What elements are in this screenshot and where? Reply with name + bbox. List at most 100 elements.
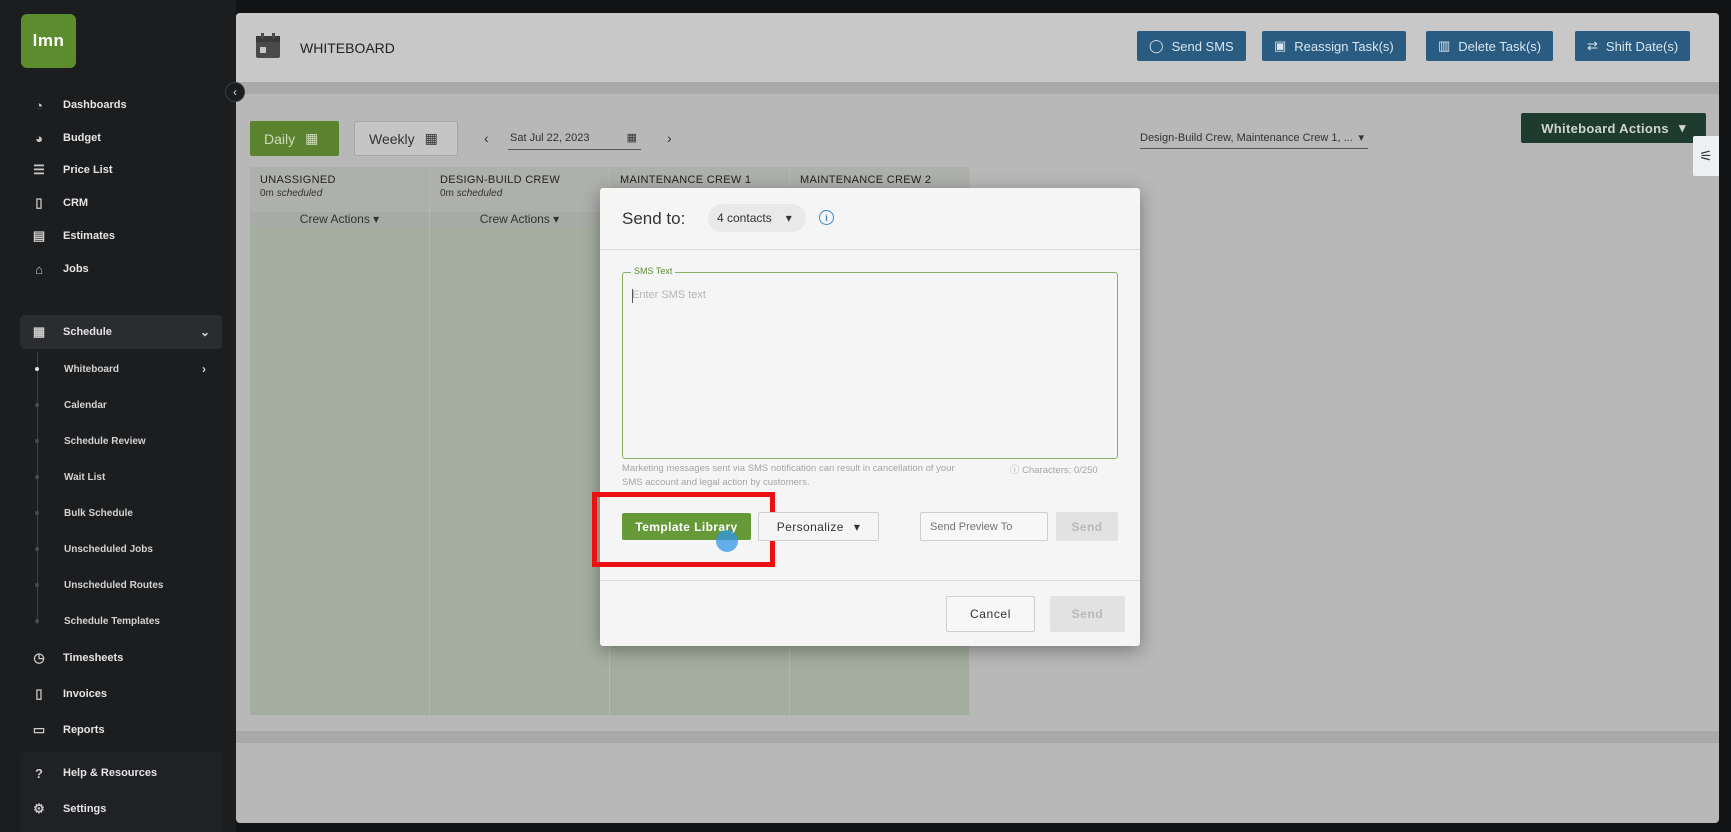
chevron-down-icon: ⌄ xyxy=(199,325,210,339)
bullet-dot xyxy=(35,547,39,551)
send-preview-button[interactable]: Send xyxy=(1056,512,1118,541)
report-icon: ▭ xyxy=(32,722,46,737)
calendar-icon xyxy=(256,33,280,58)
send-button[interactable]: Send xyxy=(1050,596,1125,632)
next-date-button[interactable]: › xyxy=(667,130,672,146)
garage-icon: ⌂ xyxy=(35,261,43,277)
lmn-logo[interactable]: lmn xyxy=(21,14,76,68)
sidebar-subitem-schedule-templates[interactable]: Schedule Templates xyxy=(35,610,160,632)
daily-view-button[interactable]: Daily ▦ xyxy=(250,121,339,156)
send-to-label: Send to: xyxy=(622,209,686,228)
sidebar-item-schedule[interactable]: ▦ Schedule ⌄ xyxy=(20,315,222,349)
info-icon[interactable]: i xyxy=(819,210,834,225)
caret-down-icon: ▾ xyxy=(1678,120,1686,135)
header-divider xyxy=(236,82,1719,94)
sidebar-item-crm[interactable]: ▯ CRM xyxy=(20,186,222,220)
crew-name: DESIGN-BUILD CREW xyxy=(440,174,560,186)
sidebar-subitem-label: Schedule Review xyxy=(64,435,146,447)
sidebar-item-settings[interactable]: ⚙ Settings xyxy=(20,792,222,826)
sidebar-subitem-calendar[interactable]: Calendar xyxy=(35,394,107,416)
sidebar-item-estimates[interactable]: ▤ Estimates xyxy=(20,219,222,253)
shift-dates-button[interactable]: ⇄ Shift Date(s) xyxy=(1575,31,1691,61)
previous-date-button[interactable]: ‹ xyxy=(484,130,489,146)
sidebar-item-label: CRM xyxy=(63,197,89,209)
bullet-dot xyxy=(35,475,39,479)
sidebar-item-timesheets[interactable]: ◷ Timesheets xyxy=(20,641,222,675)
sidebar-item-label: Invoices xyxy=(63,688,108,700)
bullet-dot xyxy=(35,439,39,443)
sidebar-item-label: Reports xyxy=(63,724,105,736)
sidebar-subitem-label: Calendar xyxy=(64,399,107,411)
sidebar-subitem-unscheduled-routes[interactable]: Unscheduled Routes xyxy=(35,574,164,596)
sidebar-collapse-button[interactable]: ‹ xyxy=(225,82,245,102)
daily-label: Daily xyxy=(264,130,296,147)
caret-down-icon: ▾ xyxy=(1358,132,1364,144)
sidebar-item-jobs[interactable]: ⌂ Jobs xyxy=(20,252,222,286)
date-picker-field[interactable]: Sat Jul 22, 2023 ▦ xyxy=(508,126,641,150)
sidebar-item-label: Schedule xyxy=(63,326,112,338)
crew-actions-dropdown[interactable]: Crew Actions ▾ xyxy=(250,212,429,230)
text-caret xyxy=(632,289,633,303)
cancel-button[interactable]: Cancel xyxy=(946,596,1035,632)
sidebar-subitem-label: Bulk Schedule xyxy=(64,507,133,519)
calendar-icon: ▦ xyxy=(626,132,637,144)
sidebar-item-help[interactable]: ? Help & Resources xyxy=(20,756,222,790)
send-preview-to-input[interactable] xyxy=(920,512,1048,541)
crew-header: UNASSIGNED 0m scheduled xyxy=(250,167,429,212)
personalize-dropdown[interactable]: Personalize ▾ xyxy=(758,512,879,541)
sidebar-item-label: Budget xyxy=(63,132,101,144)
send-sms-dialog: Send to: 4 contacts ▾ i SMS Text Marketi… xyxy=(592,188,1140,646)
sms-text-label: SMS Text xyxy=(631,266,676,276)
sms-text-input[interactable] xyxy=(632,289,1108,449)
sidebar-item-label: Timesheets xyxy=(63,652,124,664)
sidebar-item-dashboards[interactable]: ◔ Dashboards xyxy=(20,88,222,122)
sidebar-subitem-label: Unscheduled Jobs xyxy=(64,543,153,555)
bullet-dot xyxy=(35,367,39,371)
swap-arrows-icon: ⇄ xyxy=(1587,38,1598,53)
sidebar-subitem-wait-list[interactable]: Wait List xyxy=(35,466,105,488)
crew-actions-dropdown[interactable]: Crew Actions ▾ xyxy=(430,212,609,230)
sidebar-item-invoices[interactable]: ▯ Invoices xyxy=(20,677,222,711)
sidebar-subitem-bulk-schedule[interactable]: Bulk Schedule xyxy=(35,502,133,524)
gauge-icon: ◔ xyxy=(35,97,43,113)
sidebar: lmn ◔ Dashboards ◕ Budget ☰ Price List ▯… xyxy=(0,0,236,832)
calendar-icon: ▦ xyxy=(32,324,46,339)
sidebar-item-price-list[interactable]: ☰ Price List xyxy=(20,153,222,187)
shift-dates-label: Shift Date(s) xyxy=(1605,38,1679,54)
contacts-dropdown[interactable]: 4 contacts ▾ xyxy=(708,204,806,232)
sms-warning-text: Marketing messages sent via SMS notifica… xyxy=(622,463,955,488)
personalize-label: Personalize xyxy=(776,519,844,534)
whiteboard-actions-button[interactable]: Whiteboard Actions ▾ xyxy=(1521,113,1706,143)
send-sms-button[interactable]: ◯ Send SMS xyxy=(1137,31,1246,61)
sidebar-item-label: Settings xyxy=(63,803,107,815)
weekly-view-button[interactable]: Weekly ▦ xyxy=(354,121,458,156)
chevron-right-icon: › xyxy=(667,130,672,146)
calendar-grid-icon: ▦ xyxy=(424,130,438,146)
bottom-divider xyxy=(236,731,1719,743)
crew-column-design-build: DESIGN-BUILD CREW 0m scheduled Crew Acti… xyxy=(430,167,610,715)
sidebar-item-label: Price List xyxy=(63,164,113,176)
sidebar-item-budget[interactable]: ◕ Budget xyxy=(20,121,222,155)
sidebar-subitem-whiteboard[interactable]: Whiteboard › xyxy=(35,358,206,380)
clock-icon: ◷ xyxy=(33,650,45,665)
page-title: WHITEBOARD xyxy=(300,40,395,56)
pie-chart-icon: ◕ xyxy=(35,130,43,146)
dialog-header: Send to: 4 contacts ▾ i xyxy=(600,188,1140,250)
reassign-tasks-button[interactable]: ▣ Reassign Task(s) xyxy=(1262,31,1406,61)
sidebar-item-reports[interactable]: ▭ Reports xyxy=(20,713,222,747)
sidebar-subitem-label: Whiteboard xyxy=(64,363,119,375)
sidebar-subitem-unscheduled-jobs[interactable]: Unscheduled Jobs xyxy=(35,538,153,560)
whiteboard-actions-label: Whiteboard Actions xyxy=(1541,120,1669,136)
send-sms-label: Send SMS xyxy=(1171,38,1234,54)
sidebar-subitem-schedule-review[interactable]: Schedule Review xyxy=(35,430,146,452)
filter-settings-button[interactable]: ⚟ xyxy=(1693,136,1719,176)
list-icon: ☰ xyxy=(33,162,45,177)
sidebar-subitem-label: Unscheduled Routes xyxy=(64,579,164,591)
delete-tasks-label: Delete Task(s) xyxy=(1458,38,1542,54)
delete-tasks-button[interactable]: ▥ Delete Task(s) xyxy=(1426,31,1554,61)
sliders-icon: ⚟ xyxy=(1699,148,1713,165)
crew-scheduled-time: 0m scheduled xyxy=(260,188,323,199)
crew-filter-select[interactable]: Design-Build Crew, Maintenance Crew 1, .… xyxy=(1140,127,1368,149)
character-count: ⓘ Characters: 0/250 xyxy=(1010,465,1098,476)
invoice-icon: ▯ xyxy=(35,686,43,701)
